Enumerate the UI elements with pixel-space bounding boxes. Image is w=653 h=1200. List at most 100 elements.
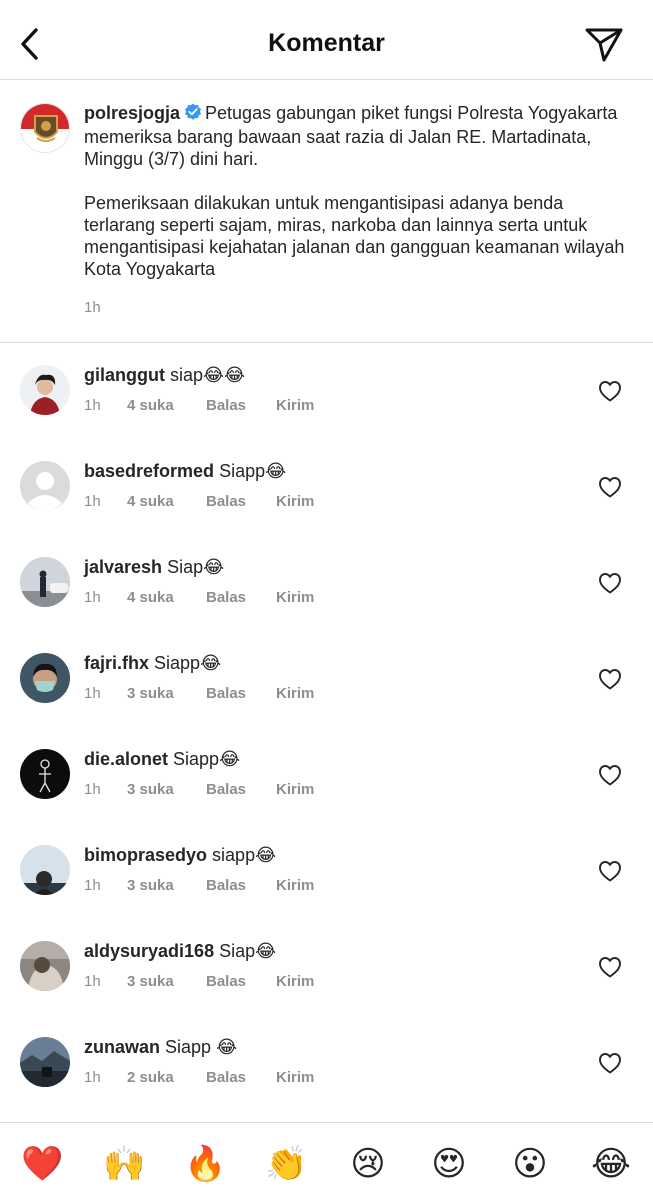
avatar[interactable] — [20, 557, 70, 607]
reply-button[interactable]: Balas — [206, 877, 276, 894]
comment-meta: 1h 3 suka Balas Kirim — [84, 877, 314, 894]
comment-username[interactable]: basedreformed — [84, 461, 214, 481]
avatar[interactable] — [20, 845, 70, 895]
direct-send-icon[interactable] — [584, 24, 624, 64]
top-bar: Komentar — [0, 0, 653, 80]
comment-timestamp: 1h — [84, 589, 101, 606]
comment-text: Siapp 😂 — [165, 1037, 238, 1057]
comment-item: zunawan Siapp 😂 1h 2 suka Balas Kirim — [0, 1014, 653, 1110]
like-count[interactable]: 3 suka — [127, 781, 206, 798]
reply-button[interactable]: Balas — [206, 781, 276, 798]
comment-username[interactable]: jalvaresh — [84, 557, 162, 577]
like-count[interactable]: 2 suka — [127, 1069, 206, 1086]
comment-username[interactable]: fajri.fhx — [84, 653, 149, 673]
page-title: Komentar — [268, 29, 385, 57]
comment-item: fajri.fhx Siapp😂 1h 3 suka Balas Kirim — [0, 630, 653, 726]
like-count[interactable]: 4 suka — [127, 589, 206, 606]
caption-username[interactable]: polresjogja — [84, 103, 180, 123]
like-count[interactable]: 3 suka — [127, 877, 206, 894]
comment-item: die.alonet Siapp😂 1h 3 suka Balas Kirim — [0, 726, 653, 822]
comment-timestamp: 1h — [84, 781, 101, 798]
send-button[interactable]: Kirim — [276, 973, 314, 990]
send-button[interactable]: Kirim — [276, 781, 314, 798]
like-heart-icon[interactable] — [598, 956, 622, 978]
like-heart-icon[interactable] — [598, 572, 622, 594]
like-count[interactable]: 3 suka — [127, 973, 206, 990]
caption-text-2: Pemeriksaan dilakukan untuk mengantisipa… — [84, 193, 625, 279]
send-button[interactable]: Kirim — [276, 685, 314, 702]
comment-text: Siapp😂 — [219, 461, 287, 481]
emoji-reaction-bar: ❤️ 🙌 🔥 👏 😢 😍 😮 😂 — [0, 1122, 653, 1200]
comment-timestamp: 1h — [84, 877, 101, 894]
reply-button[interactable]: Balas — [206, 973, 276, 990]
caption-timestamp: 1h — [84, 299, 101, 316]
like-count[interactable]: 4 suka — [127, 397, 206, 414]
emoji-tears-of-joy[interactable]: 😂 — [590, 1143, 632, 1185]
comment-item: gilanggut siap😂😂 1h 4 suka Balas Kirim — [0, 342, 653, 438]
comment-text: Siapp😂 — [154, 653, 222, 673]
comment-text: Siap😂 — [219, 941, 277, 961]
avatar[interactable] — [20, 103, 70, 153]
comment-timestamp: 1h — [84, 397, 101, 414]
comment-timestamp: 1h — [84, 1069, 101, 1086]
comments-screen: Komentar polresjogja Petugas gabungan pik… — [0, 0, 653, 1200]
comment-username[interactable]: die.alonet — [84, 749, 168, 769]
comment-item: jalvaresh Siap😂 1h 4 suka Balas Kirim — [0, 534, 653, 630]
comment-text: siap😂😂 — [170, 365, 246, 385]
avatar[interactable] — [20, 941, 70, 991]
reply-button[interactable]: Balas — [206, 493, 276, 510]
comment-meta: 1h 4 suka Balas Kirim — [84, 589, 314, 606]
comment-username[interactable]: bimoprasedyo — [84, 845, 207, 865]
comment-username[interactable]: zunawan — [84, 1037, 160, 1057]
emoji-open-mouth[interactable]: 😮 — [509, 1143, 551, 1185]
comment-item: basedreformed Siapp😂 1h 4 suka Balas Kirim — [0, 438, 653, 534]
send-button[interactable]: Kirim — [276, 397, 314, 414]
emoji-crying-face[interactable]: 😢 — [347, 1143, 389, 1185]
avatar[interactable] — [20, 653, 70, 703]
like-heart-icon[interactable] — [598, 764, 622, 786]
comment-item: bimoprasedyo siapp😂 1h 3 suka Balas Kirim — [0, 822, 653, 918]
like-count[interactable]: 4 suka — [127, 493, 206, 510]
like-heart-icon[interactable] — [598, 668, 622, 690]
reply-button[interactable]: Balas — [206, 397, 276, 414]
avatar[interactable] — [20, 461, 70, 511]
like-heart-icon[interactable] — [598, 1052, 622, 1074]
comment-username[interactable]: aldysuryadi168 — [84, 941, 214, 961]
avatar[interactable] — [20, 749, 70, 799]
emoji-clapping-hands[interactable]: 👏 — [265, 1143, 307, 1185]
comment-meta: 1h 4 suka Balas Kirim — [84, 493, 314, 510]
send-button[interactable]: Kirim — [276, 877, 314, 894]
verified-badge-icon — [184, 103, 202, 126]
like-count[interactable]: 3 suka — [127, 685, 206, 702]
comment-meta: 1h 2 suka Balas Kirim — [84, 1069, 314, 1086]
comment-meta: 1h 3 suka Balas Kirim — [84, 973, 314, 990]
comment-timestamp: 1h — [84, 493, 101, 510]
comment-username[interactable]: gilanggut — [84, 365, 165, 385]
send-button[interactable]: Kirim — [276, 1069, 314, 1086]
reply-button[interactable]: Balas — [206, 589, 276, 606]
comment-meta: 1h 3 suka Balas Kirim — [84, 781, 314, 798]
like-heart-icon[interactable] — [598, 476, 622, 498]
like-heart-icon[interactable] — [598, 380, 622, 402]
post-caption: polresjogja Petugas gabungan piket fungsi… — [0, 80, 653, 343]
avatar[interactable] — [20, 1037, 70, 1087]
emoji-heart-eyes[interactable]: 😍 — [428, 1143, 470, 1185]
comment-meta: 1h 4 suka Balas Kirim — [84, 397, 314, 414]
comment-text: Siap😂 — [167, 557, 225, 577]
comment-meta: 1h 3 suka Balas Kirim — [84, 685, 314, 702]
comment-text: siapp😂 — [212, 845, 277, 865]
comment-timestamp: 1h — [84, 685, 101, 702]
reply-button[interactable]: Balas — [206, 685, 276, 702]
comment-timestamp: 1h — [84, 973, 101, 990]
caption-text-block: polresjogja Petugas gabungan piket fungsi… — [84, 102, 639, 280]
avatar[interactable] — [20, 365, 70, 415]
comment-item: aldysuryadi168 Siap😂 1h 3 suka Balas Kirim — [0, 918, 653, 1014]
emoji-fire[interactable]: 🔥 — [184, 1143, 226, 1185]
emoji-heart[interactable]: ❤️ — [21, 1143, 63, 1185]
send-button[interactable]: Kirim — [276, 493, 314, 510]
reply-button[interactable]: Balas — [206, 1069, 276, 1086]
comment-text: Siapp😂 — [173, 749, 241, 769]
like-heart-icon[interactable] — [598, 860, 622, 882]
send-button[interactable]: Kirim — [276, 589, 314, 606]
emoji-raising-hands[interactable]: 🙌 — [103, 1143, 145, 1185]
